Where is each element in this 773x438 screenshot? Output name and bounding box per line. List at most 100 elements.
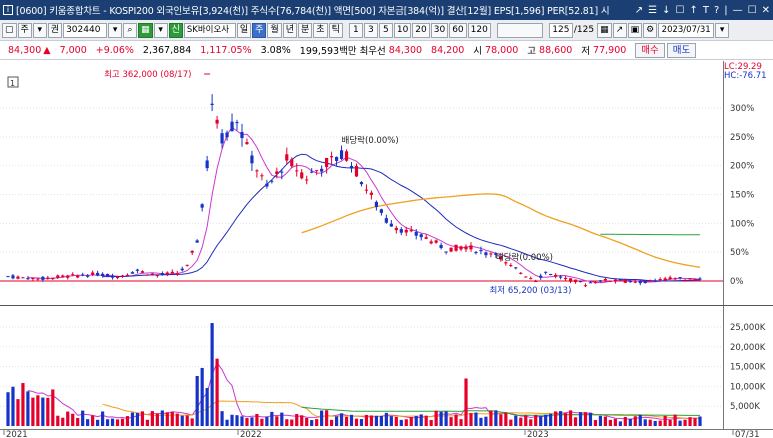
candle-body — [110, 275, 115, 278]
svg-text:1: 1 — [10, 79, 15, 88]
volume-bar — [225, 419, 229, 426]
volume-bar — [140, 411, 145, 426]
candle-body — [205, 160, 209, 169]
volume-bar — [165, 412, 169, 426]
stock-chart[interactable]: 1 300% 250% 200% 150% 100% 50% 0% 25,000K 20,000… — [0, 61, 773, 438]
change-percent: +9.06% — [95, 44, 134, 56]
interval-120[interactable]: 120 — [467, 22, 491, 38]
candle-body — [160, 273, 164, 275]
period-week[interactable]: 주 — [252, 22, 267, 38]
volume-bar — [399, 419, 403, 426]
chart-toolbar: ▢ 주 ▾ 권 302440 ▾ ⌕ ▦ ▾ 신 SK바이오사 일 주 월 년 … — [0, 20, 773, 41]
period-year[interactable]: 년 — [282, 22, 297, 38]
volume-bar — [235, 415, 239, 426]
period-tick[interactable]: 틱 — [328, 22, 343, 38]
period-second[interactable]: 초 — [313, 22, 328, 38]
candle-body — [21, 277, 25, 279]
candle-body — [11, 275, 15, 279]
price-axis-label: 200% — [730, 162, 754, 172]
interval-10[interactable]: 10 — [393, 22, 412, 38]
volume-bar — [514, 415, 518, 426]
menu-icon[interactable]: ☰ — [648, 5, 657, 16]
candle-body — [449, 247, 453, 252]
close-button[interactable]: ✕ — [762, 5, 770, 16]
volume-bar — [524, 415, 528, 426]
volume-bar — [260, 418, 264, 426]
volume-bar — [285, 419, 289, 426]
volume-bar — [519, 417, 523, 426]
volume-bar — [613, 418, 617, 426]
pin-down-icon[interactable]: ↓ — [662, 5, 670, 16]
interval-custom-input[interactable] — [496, 22, 543, 38]
period-month[interactable]: 월 — [267, 22, 282, 38]
grid-icon[interactable]: ▦ — [138, 22, 153, 38]
candle-body — [693, 279, 697, 281]
interval-20[interactable]: 20 — [412, 22, 430, 38]
volume-bar — [36, 395, 40, 426]
volume-bar — [215, 358, 219, 426]
sell-button[interactable]: 매도 — [666, 42, 697, 58]
volume-bar — [16, 399, 20, 426]
rights-button[interactable]: 권 — [47, 22, 63, 38]
buy-button[interactable]: 매수 — [635, 42, 665, 58]
restore-icon[interactable]: ☐ — [675, 5, 684, 16]
candle-body — [130, 272, 135, 274]
candle-body — [698, 278, 702, 280]
interval-60[interactable]: 60 — [449, 22, 467, 38]
draw-icon[interactable]: ↗ — [612, 22, 627, 38]
candle-body — [26, 278, 30, 280]
candle-body — [568, 278, 573, 282]
candle-body — [653, 280, 657, 282]
help-icon[interactable]: ? — [714, 5, 719, 16]
candle-body — [514, 267, 518, 269]
font-icon[interactable]: T — [703, 5, 709, 16]
candle-body — [190, 250, 194, 253]
candle-body — [573, 279, 578, 283]
candle-body — [479, 250, 483, 252]
table-icon[interactable]: ▦ — [597, 22, 612, 38]
candle-body — [329, 156, 334, 158]
price-axis-label: 50% — [730, 248, 749, 258]
grid-dropdown-icon[interactable]: ▾ — [153, 22, 168, 38]
period-day[interactable]: 일 — [236, 22, 252, 38]
candle-body — [115, 276, 120, 279]
volume-bar — [504, 412, 508, 426]
volume-bar — [100, 411, 105, 426]
period-minute[interactable]: 분 — [298, 22, 313, 38]
search-icon[interactable]: ⌕ — [123, 22, 138, 38]
code-dropdown-icon[interactable]: ▾ — [108, 22, 123, 38]
count-input[interactable]: 125 — [548, 22, 573, 38]
dividend-annotation: 배당락(0.00%) — [496, 252, 553, 263]
volume-axis-label: 15,000K — [730, 363, 766, 373]
volume-bar — [170, 411, 174, 426]
volume-bar — [628, 418, 632, 426]
candle-body — [554, 274, 558, 277]
volume-bar — [598, 415, 603, 426]
volume-bar — [389, 416, 393, 426]
interval-30[interactable]: 30 — [430, 22, 449, 38]
calendar-dropdown-icon[interactable]: ▾ — [715, 22, 730, 38]
pin-up-icon[interactable]: ↑ — [689, 5, 697, 16]
interval-5[interactable]: 5 — [378, 22, 393, 38]
volume-bar — [290, 419, 294, 426]
volume-bar — [105, 419, 110, 426]
date-input[interactable]: 2023/07/31 — [658, 22, 715, 38]
maximize-button[interactable]: ☐ — [748, 5, 757, 16]
link-icon[interactable]: ↗ — [635, 5, 643, 16]
candle-body — [61, 275, 65, 277]
market-select[interactable]: 주 — [17, 22, 32, 38]
minimize-button[interactable]: — — [733, 5, 743, 16]
interval-1[interactable]: 1 — [348, 22, 363, 38]
stock-code-input[interactable]: 302440 — [63, 22, 108, 38]
volume-bar — [509, 419, 513, 426]
save-icon[interactable]: ▣ — [627, 22, 643, 38]
bid-price: 84,200 — [431, 44, 465, 56]
settings-icon[interactable]: ⚙ — [643, 22, 658, 38]
chart-type-icon[interactable]: ▢ — [2, 22, 17, 38]
chart-area[interactable]: 1 300% 250% 200% 150% 100% 50% 0% 25,000K 20,000… — [0, 61, 773, 438]
market-dropdown-icon[interactable]: ▾ — [32, 22, 47, 38]
volume-bar — [175, 413, 179, 426]
volume-bar — [200, 367, 204, 426]
interval-3[interactable]: 3 — [363, 22, 378, 38]
volume-bar — [404, 419, 408, 426]
